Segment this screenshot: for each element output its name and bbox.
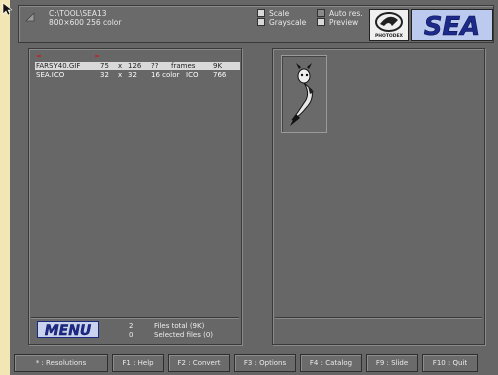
checkbox-box [257,18,265,26]
panel-divider [275,317,482,318]
catalog-button[interactable]: F4 : Catalog [300,354,362,372]
file-row-farsy40[interactable]: FARSY40.GIF 75 x 126 ?? frames 9K [35,62,240,70]
drive-icon [25,12,35,22]
svg-text:MENU: MENU [45,323,92,338]
path-info: C:\TOOL\SEA13 800×600 256 color [49,9,121,27]
files-total-count: 2 [129,322,134,330]
column-marker [37,55,41,57]
menu-logo-graphic: MENU [37,321,99,339]
file-row-sea-ico[interactable]: SEA.ICO 32 x 32 16 color ICO 766 [35,71,240,79]
grayscale-checkbox[interactable]: Grayscale [257,18,306,27]
svg-text:SEA: SEA [424,12,481,40]
options-button[interactable]: F3 : Options [234,354,296,372]
convert-button[interactable]: F2 : Convert [168,354,230,372]
slide-button[interactable]: F9 : Slide [366,354,418,372]
photodex-logo-graphic: PHOTODEX [375,12,404,39]
preview-panel [272,48,485,345]
help-button[interactable]: F1 : Help [112,354,164,372]
sea-logo-graphic: SEA [412,10,492,42]
checkbox-box [317,18,325,26]
scale-checkbox[interactable]: Scale [257,9,289,18]
photodex-logo: PHOTODEX [369,9,409,41]
panel-divider [31,317,239,318]
menu-button[interactable]: MENU [37,321,99,339]
thumbnail-farsy40[interactable] [281,55,327,133]
preview-checkbox[interactable]: Preview [317,18,358,27]
function-key-bar: * : Resolutions F1 : Help F2 : Convert F… [10,348,498,375]
sea-main-window: C:\TOOL\SEA13 800×600 256 color Scale Gr… [10,0,498,375]
checkbox-box [257,9,265,17]
resolutions-button[interactable]: * : Resolutions [14,354,108,372]
column-marker [95,55,99,57]
quit-button[interactable]: F10 : Quit [422,354,478,372]
checkbox-box [317,9,325,17]
sea-logo: SEA [411,9,493,42]
svg-text:PHOTODEX: PHOTODEX [375,33,404,39]
current-path: C:\TOOL\SEA13 [49,9,107,18]
file-list-panel: FARSY40.GIF 75 x 126 ?? frames 9K SEA.IC… [28,48,242,345]
header-bar: C:\TOOL\SEA13 800×600 256 color Scale Gr… [18,5,494,43]
display-mode: 800×600 256 color [49,18,122,27]
farsy-bird-image [290,63,314,126]
auto-res-checkbox[interactable]: Auto res. [317,9,363,18]
selected-label: Selected files (0) [154,331,214,339]
selected-count: 0 [129,331,134,339]
mouse-pointer-icon [2,2,12,16]
files-total-label: Files total (9K) [154,322,205,330]
